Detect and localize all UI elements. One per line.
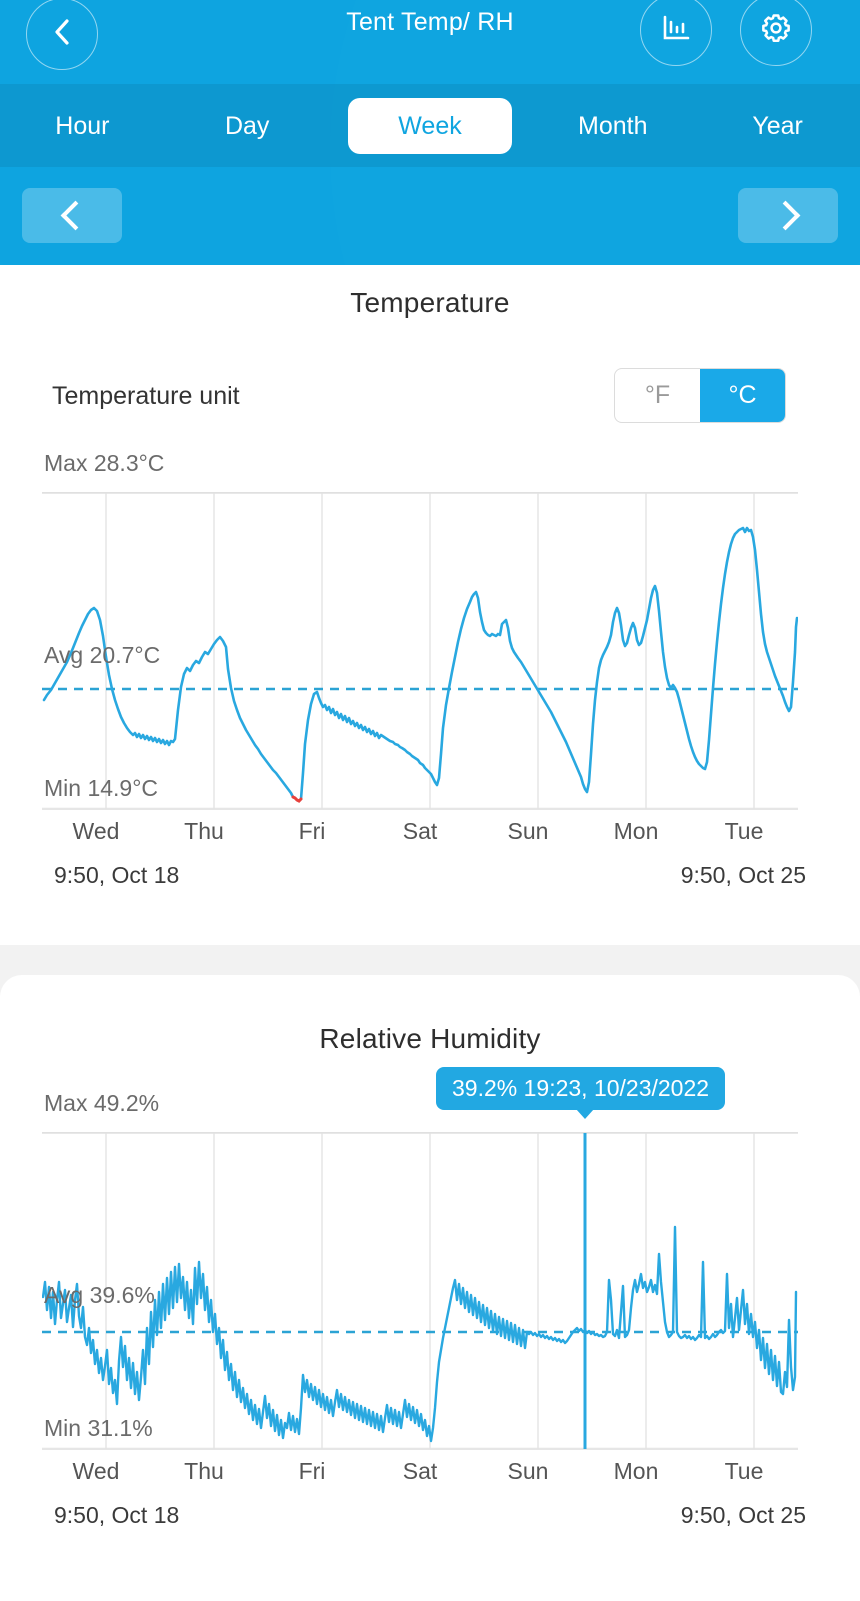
day-label: Mon xyxy=(613,818,659,844)
day-label: Wed xyxy=(72,1458,120,1484)
bar-chart-icon xyxy=(660,12,692,49)
next-period-button[interactable] xyxy=(738,188,838,243)
tab-week[interactable]: Week xyxy=(347,97,513,154)
humidity-max-label: Max 49.2% xyxy=(44,1090,160,1116)
day-label: Thu xyxy=(184,1458,224,1484)
previous-period-button[interactable] xyxy=(22,188,122,243)
tooltip-arrow-icon xyxy=(576,1109,594,1119)
day-label: Fri xyxy=(298,1458,326,1484)
temperature-unit-label: Temperature unit xyxy=(52,382,240,410)
temperature-range-row: 9:50, Oct 18 9:50, Oct 25 xyxy=(0,862,860,889)
day-label: Mon xyxy=(613,1458,659,1484)
day-label: Fri xyxy=(298,818,326,844)
unit-option-celsius[interactable]: °C xyxy=(700,369,785,422)
chart-view-button[interactable] xyxy=(640,0,712,66)
gear-icon xyxy=(760,12,792,49)
humidity-card: Relative Humidity Max 49.2% Avg 39.6% Mi… xyxy=(0,975,860,1601)
range-end: 9:50, Oct 25 xyxy=(680,862,806,888)
chevron-right-icon xyxy=(770,200,800,231)
temperature-day-axis: Wed Thu Fri Sat Sun Mon Tue xyxy=(42,818,798,845)
app-root: Tent Temp/ RH Hour Day Week Month Year T… xyxy=(0,0,860,1601)
temperature-avg-label: Avg 20.7°C xyxy=(44,642,161,668)
temperature-title: Temperature xyxy=(350,287,510,318)
title-row: Tent Temp/ RH xyxy=(0,0,860,84)
temperature-unit-row: Temperature unit °F °C xyxy=(0,368,860,438)
day-label: Sat xyxy=(402,818,438,844)
temperature-min-label: Min 14.9°C xyxy=(44,775,159,801)
humidity-plot[interactable] xyxy=(42,1132,798,1450)
temperature-max-label: Max 28.3°C xyxy=(44,450,165,476)
unit-option-fahrenheit[interactable]: °F xyxy=(615,369,700,422)
humidity-title: Relative Humidity xyxy=(319,1023,541,1054)
tab-day[interactable]: Day xyxy=(165,98,330,154)
page-title: Tent Temp/ RH xyxy=(346,8,514,36)
day-label: Thu xyxy=(184,818,224,844)
range-navigation xyxy=(0,167,860,265)
day-label: Tue xyxy=(724,818,764,844)
range-start: 9:50, Oct 18 xyxy=(54,862,180,888)
range-end: 9:50, Oct 25 xyxy=(680,1502,806,1528)
tab-month[interactable]: Month xyxy=(530,98,695,154)
day-label: Wed xyxy=(72,818,120,844)
humidity-tooltip: 39.2% 19:23, 10/23/2022 xyxy=(436,1067,726,1119)
range-start: 9:50, Oct 18 xyxy=(54,1502,180,1528)
day-label: Sun xyxy=(507,818,549,844)
humidity-avg-label: Avg 39.6% xyxy=(44,1282,155,1308)
period-tabs: Hour Day Week Month Year xyxy=(0,84,860,167)
humidity-min-label: Min 31.1% xyxy=(44,1415,153,1441)
tab-hour[interactable]: Hour xyxy=(0,98,165,154)
humidity-tooltip-text: 39.2% 19:23, 10/23/2022 xyxy=(452,1075,710,1101)
temperature-unit-toggle[interactable]: °F °C xyxy=(614,368,786,423)
day-label: Tue xyxy=(724,1458,764,1484)
day-label: Sat xyxy=(402,1458,438,1484)
tab-year[interactable]: Year xyxy=(695,98,860,154)
humidity-day-axis: Wed Thu Fri Sat Sun Mon Tue xyxy=(42,1458,798,1485)
chevron-left-icon xyxy=(60,200,90,231)
day-label: Sun xyxy=(507,1458,549,1484)
app-header: Tent Temp/ RH Hour Day Week Month Year xyxy=(0,0,860,265)
settings-button[interactable] xyxy=(740,0,812,66)
temperature-card: Temperature Temperature unit °F °C Max 2… xyxy=(0,265,860,945)
humidity-range-row: 9:50, Oct 18 9:50, Oct 25 xyxy=(0,1502,860,1529)
